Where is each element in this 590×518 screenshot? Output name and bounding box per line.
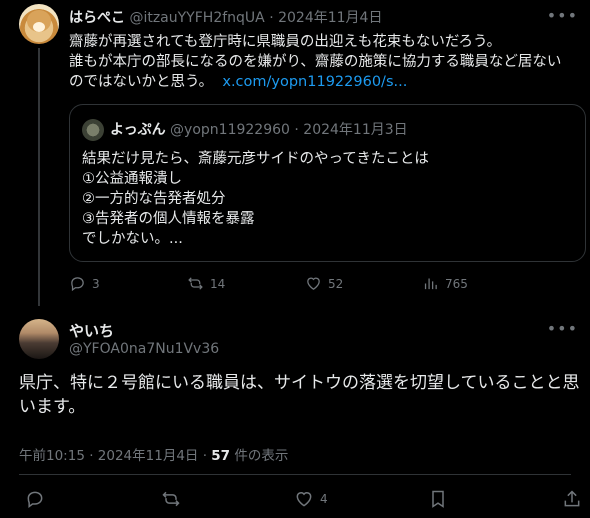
tweet-line: います。	[19, 397, 86, 417]
tweet-actions: 3 14 52 765	[69, 275, 519, 295]
quote-tweet-card[interactable]: よっぷん @yopn11922960 · 2024年11月3日 結果だけ見たら、…	[69, 104, 586, 262]
tweet-date[interactable]: 2024年11月4日	[278, 10, 382, 26]
like-count: 4	[320, 492, 328, 506]
separator: ·	[294, 122, 299, 138]
retweet-button[interactable]: 14	[187, 275, 225, 292]
divider	[19, 474, 571, 475]
quote-text: 結果だけ見たら、斎藤元彦サイドのやってきたことは ①公益通報潰し ②一方的な告発…	[82, 149, 572, 249]
author-handle[interactable]: @YFOA0na7Nu1Vv36	[69, 341, 219, 357]
quote-header: よっぷん @yopn11922960 · 2024年11月3日	[110, 119, 408, 139]
tweet-line: のではないかと思う。 x.com/yopn11922960/s...	[69, 74, 408, 90]
avatar[interactable]	[19, 4, 59, 44]
like-count: 52	[328, 276, 344, 291]
tweet-link[interactable]: x.com/yopn11922960/s...	[222, 74, 407, 90]
bookmark-button[interactable]	[428, 489, 448, 509]
thread-connector-line	[38, 48, 40, 306]
more-horizontal-icon[interactable]: •••	[547, 319, 578, 338]
quote-author-handle: @yopn11922960	[170, 122, 290, 138]
avatar	[82, 119, 104, 141]
like-button[interactable]: 52	[305, 275, 343, 292]
quote-line: ③告発者の個人情報を暴露	[82, 211, 255, 227]
reply-icon	[27, 491, 43, 508]
reply-count: 3	[92, 276, 100, 291]
like-button[interactable]: 4	[294, 489, 328, 509]
quote-line: ①公益通報潰し	[82, 171, 182, 187]
share-icon	[564, 490, 580, 507]
bookmark-icon	[432, 490, 444, 508]
reply-button[interactable]: 3	[69, 275, 100, 292]
views-button[interactable]: 765	[422, 275, 468, 292]
view-count: 765	[445, 276, 468, 291]
separator: ·	[269, 10, 274, 26]
tweet-timestamp[interactable]: 午前10:15 · 2024年11月4日 ·	[19, 448, 211, 464]
quote-author-name: よっぷん	[110, 122, 166, 138]
quote-line: でしかない。...	[82, 231, 183, 247]
tweet-line: 齋藤が再選されても登庁時に県職員の出迎えも花束もないだろう。	[69, 34, 502, 50]
tweet-line: 誰もが本庁の部長になるのを嫌がり、齋藤の施策に協力する職員など居ない	[69, 54, 562, 70]
quote-line: ②一方的な告発者処分	[82, 191, 226, 207]
reply-icon	[71, 277, 84, 292]
tweet-header: はらぺこ @itzauYYFH2fnqUA · 2024年11月4日	[69, 7, 382, 27]
author-handle[interactable]: @itzauYYFH2fnqUA	[129, 10, 264, 26]
tweet-meta: 午前10:15 · 2024年11月4日 · 57 件の表示	[19, 444, 288, 464]
avatar[interactable]	[19, 319, 59, 359]
reply-button[interactable]	[25, 489, 45, 509]
author-name[interactable]: はらぺこ	[69, 10, 125, 26]
view-label: 件の表示	[230, 448, 289, 464]
tweet-actions: 4	[0, 489, 590, 513]
view-count: 57	[211, 448, 231, 464]
retweet-icon	[188, 277, 203, 290]
share-button[interactable]	[562, 489, 582, 509]
retweet-icon	[162, 491, 180, 507]
retweet-count: 14	[210, 276, 226, 291]
tweet-line: 県庁、特に２号館にいる職員は、サイトウの落選を切望していることと思	[19, 373, 580, 393]
tweet-text: 齋藤が再選されても登庁時に県職員の出迎えも花束もないだろう。 誰もが本庁の部長に…	[69, 32, 581, 92]
reply-parent-tweet[interactable]: はらぺこ @itzauYYFH2fnqUA · 2024年11月4日 ••• 齋…	[0, 0, 590, 306]
retweet-button[interactable]	[161, 489, 181, 509]
heart-icon	[307, 277, 320, 290]
tweet-text: 県庁、特に２号館にいる職員は、サイトウの落選を切望していることと思 います。	[19, 371, 581, 419]
author-name[interactable]: やいち	[69, 320, 114, 341]
heart-icon	[296, 492, 312, 507]
bar-chart-icon	[424, 278, 437, 290]
quote-date: 2024年11月3日	[303, 122, 408, 138]
more-horizontal-icon[interactable]: •••	[547, 6, 578, 25]
quote-line: 結果だけ見たら、斎藤元彦サイドのやってきたことは	[82, 151, 429, 167]
